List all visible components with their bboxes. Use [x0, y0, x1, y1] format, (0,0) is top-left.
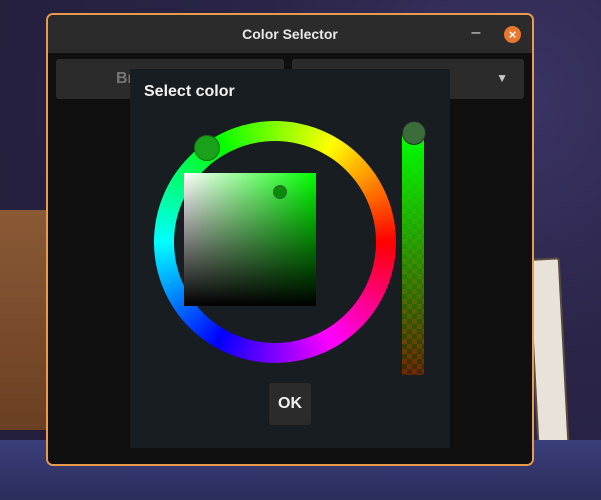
minimize-icon[interactable]: –: [468, 25, 484, 41]
alpha-slider-handle[interactable]: [402, 121, 426, 145]
saturation-value-square[interactable]: [184, 173, 316, 306]
alpha-slider[interactable]: [402, 134, 424, 375]
hue-handle[interactable]: [194, 135, 220, 161]
chevron-down-icon: ▼: [496, 71, 508, 85]
color-position-marker[interactable]: [273, 185, 287, 199]
close-icon[interactable]: ×: [504, 26, 521, 43]
select-color-dialog: Select color OK: [130, 69, 450, 448]
ok-button[interactable]: OK: [269, 383, 311, 425]
title-bar[interactable]: Color Selector – ×: [48, 15, 532, 53]
color-selector-window: Color Selector – × Br ▼ Select color OK: [46, 13, 534, 466]
dialog-title: Select color: [144, 83, 235, 100]
window-body: Br ▼ Select color OK: [48, 53, 532, 464]
window-title: Color Selector: [242, 26, 338, 42]
desktop-book: [527, 257, 571, 463]
